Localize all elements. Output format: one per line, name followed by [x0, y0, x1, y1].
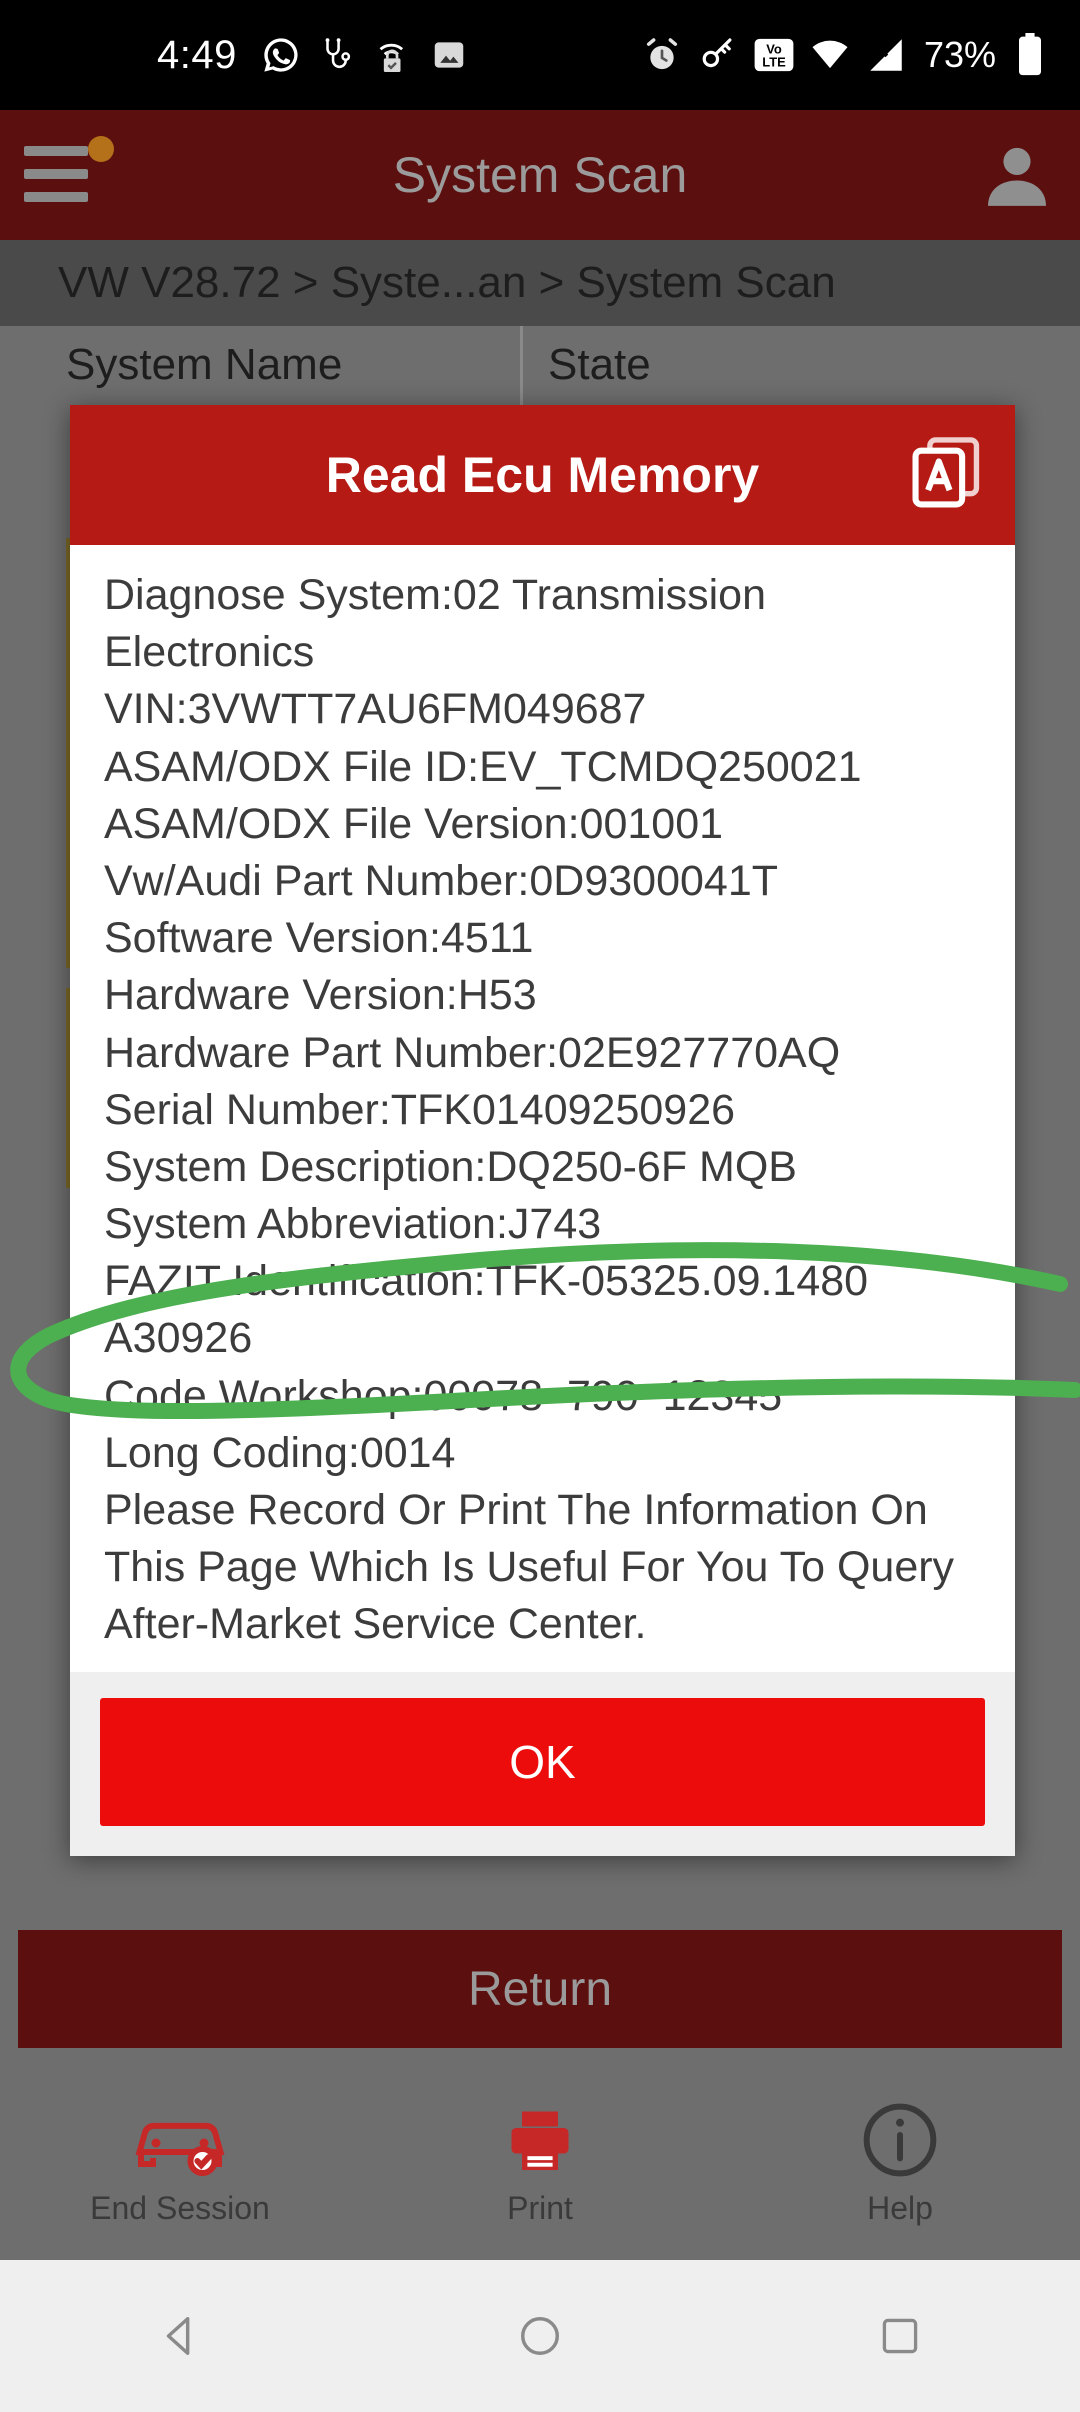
ecu-info-line: ASAM/ODX File ID:EV_TCMDQ250021	[104, 742, 862, 791]
ecu-info-line: Long Coding:0014	[104, 1428, 456, 1477]
user-avatar-icon[interactable]	[980, 138, 1054, 212]
signal-off-icon	[865, 34, 907, 76]
ecu-info-line: Software Version:4511	[104, 914, 534, 963]
bottom-item-help[interactable]: Help	[720, 2094, 1080, 2227]
ecu-info-line: Hardware Version:H53	[104, 971, 537, 1020]
battery-percent-label: 73%	[923, 34, 996, 75]
printer-icon	[501, 2094, 579, 2186]
dialog-header: Read Ecu Memory	[70, 405, 1015, 545]
alarm-icon	[641, 34, 683, 76]
whatsapp-icon	[260, 34, 302, 76]
dialog-footer: OK	[70, 1671, 1015, 1856]
return-button[interactable]: Return	[18, 1930, 1062, 2048]
dialog-title: Read Ecu Memory	[325, 447, 760, 503]
android-nav-bar	[0, 2260, 1080, 2412]
ecu-info-note: Please Record Or Print The Information O…	[104, 1486, 964, 1649]
ecu-info-line: Code Workshop:00078 790 12345	[104, 1371, 783, 1420]
battery-icon	[1009, 33, 1051, 76]
breadcrumb[interactable]: VW V28.72 > Syste...an > System Scan	[0, 240, 1080, 326]
bottom-item-label: End Session	[90, 2189, 270, 2226]
status-bar-clock: 4:49	[157, 32, 237, 77]
column-header-system-name: System Name	[66, 340, 343, 389]
page-title: System Scan	[392, 147, 688, 203]
bottom-item-label: Print	[507, 2189, 573, 2226]
wifi-icon	[809, 34, 851, 76]
car-check-icon	[132, 2094, 228, 2186]
ecu-info-line: Diagnose System:02 Transmission Electron…	[104, 571, 778, 677]
dialog-body: Diagnose System:02 Transmission Electron…	[70, 545, 1015, 1672]
ecu-info-line: ASAM/ODX File Version:001001	[104, 799, 724, 848]
bottom-item-label: Help	[867, 2189, 933, 2226]
stethoscope-icon	[316, 34, 358, 76]
android-status-bar: 4:49 Vo LTE 73%	[0, 0, 1080, 110]
recents-square-icon[interactable]	[870, 2306, 930, 2366]
bottom-item-print[interactable]: Print	[360, 2094, 720, 2227]
ecu-info-line: VIN:3VWTT7AU6FM049687	[104, 685, 647, 734]
bottom-item-end-session[interactable]: End Session	[0, 2094, 360, 2227]
ecu-info-line: System Abbreviation:J743	[104, 1200, 602, 1249]
ecu-info-line: Vw/Audi Part Number:0D9300041T	[104, 856, 779, 905]
copy-text-icon[interactable]	[903, 431, 989, 517]
ok-button[interactable]: OK	[100, 1697, 985, 1826]
column-header-state: State	[548, 340, 651, 389]
image-icon	[428, 34, 470, 76]
app-header: System Scan	[0, 110, 1080, 240]
secure-wifi-icon	[372, 34, 414, 76]
bottom-toolbar: End Session Print Help	[0, 2060, 1080, 2260]
read-ecu-memory-dialog: Read Ecu Memory Diagnose System:02 Trans…	[70, 405, 1015, 1856]
home-circle-icon[interactable]	[510, 2306, 570, 2366]
volte-icon: Vo LTE	[753, 34, 795, 76]
ecu-info-line: Serial Number:TFK01409250926	[104, 1085, 736, 1134]
info-icon	[860, 2094, 940, 2186]
back-triangle-icon[interactable]	[150, 2306, 210, 2366]
key-icon	[697, 34, 739, 76]
ecu-info-line: System Description:DQ250-6F MQB	[104, 1142, 797, 1191]
ecu-info-line: Hardware Part Number:02E927770AQ	[104, 1028, 841, 1077]
svg-text:LTE: LTE	[762, 54, 786, 69]
ecu-info-line-fazit: FAZIT Identification:TFK-05325.09.1480 A…	[104, 1257, 878, 1363]
